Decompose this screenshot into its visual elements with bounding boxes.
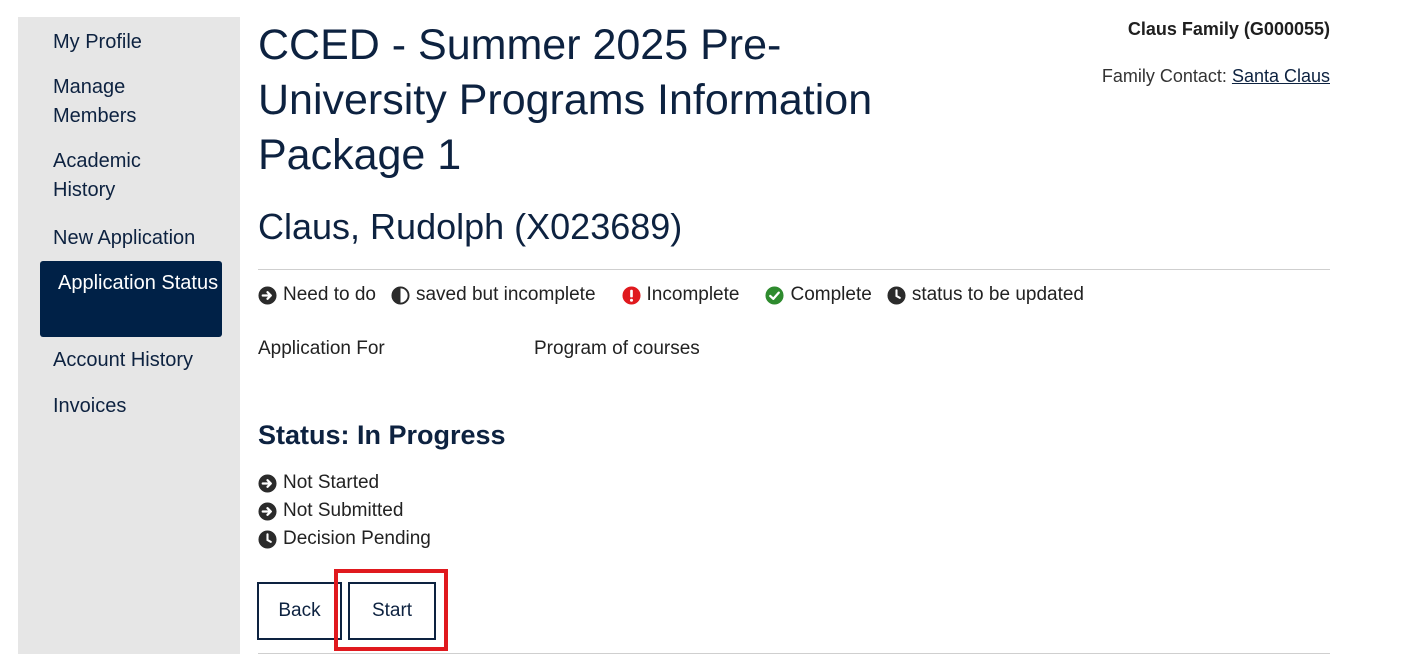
- legend-complete: Complete: [765, 284, 872, 306]
- legend-need-to-do: Need to do: [258, 284, 376, 306]
- divider: [258, 269, 1330, 270]
- nav-my-profile[interactable]: My Profile: [53, 28, 223, 57]
- student-name: Claus, Rudolph (X023689): [258, 206, 683, 247]
- family-contact: Family Contact: Santa Claus: [1102, 66, 1330, 87]
- status-item-label: Decision Pending: [283, 528, 431, 549]
- half-circle-icon: [391, 285, 410, 305]
- arrow-circle-right-icon: [258, 473, 277, 493]
- legend-need-to-do-label: Need to do: [283, 284, 376, 305]
- status-heading: Status: In Progress: [258, 420, 506, 450]
- legend-saved: saved but incomplete: [391, 284, 596, 306]
- check-circle-icon: [765, 285, 785, 305]
- family-name: Claus Family (G000055): [1127, 19, 1330, 39]
- legend-incomplete-label: Incomplete: [646, 284, 740, 305]
- legend-to-update: status to be updated: [887, 284, 1084, 306]
- page-title: CCED - Summer 2025 Pre-University Progra…: [258, 21, 873, 179]
- nav-manage-members[interactable]: Manage Members: [53, 73, 163, 131]
- family-contact-link[interactable]: Santa Claus: [1232, 66, 1330, 86]
- status-item-label: Not Started: [283, 472, 380, 493]
- exclamation-circle-icon: [622, 285, 641, 305]
- legend-incomplete: Incomplete: [622, 284, 740, 306]
- sidebar-nav: My Profile Manage Members Academic Histo…: [18, 17, 240, 654]
- application-for-label: Application For: [258, 338, 385, 359]
- status-legend: Need to do saved but incomplete Incomple…: [258, 283, 1084, 307]
- nav-application-status[interactable]: Application Status: [40, 261, 222, 337]
- status-item-not-started: Not Started: [258, 469, 431, 497]
- family-contact-label: Family Contact:: [1101, 66, 1227, 86]
- arrow-circle-right-icon: [258, 501, 277, 521]
- clock-icon: [258, 529, 277, 549]
- nav-new-application[interactable]: New Application: [53, 224, 223, 253]
- legend-to-update-label: status to be updated: [911, 284, 1084, 305]
- arrow-circle-right-icon: [258, 285, 277, 305]
- clock-icon: [887, 285, 906, 305]
- nav-academic-history[interactable]: Academic History: [53, 147, 163, 205]
- legend-saved-label: saved but incomplete: [415, 284, 596, 305]
- back-button[interactable]: Back: [257, 582, 342, 640]
- start-button[interactable]: Start: [348, 582, 436, 640]
- status-item-not-submitted: Not Submitted: [258, 497, 431, 525]
- application-for-value: Program of courses: [534, 338, 700, 359]
- status-item-decision-pending: Decision Pending: [258, 525, 431, 553]
- status-item-label: Not Submitted: [283, 500, 404, 521]
- nav-account-history[interactable]: Account History: [53, 346, 223, 375]
- legend-complete-label: Complete: [790, 284, 872, 305]
- status-list: Not Started Not Submitted Decision Pendi…: [258, 469, 431, 553]
- nav-invoices[interactable]: Invoices: [53, 392, 223, 421]
